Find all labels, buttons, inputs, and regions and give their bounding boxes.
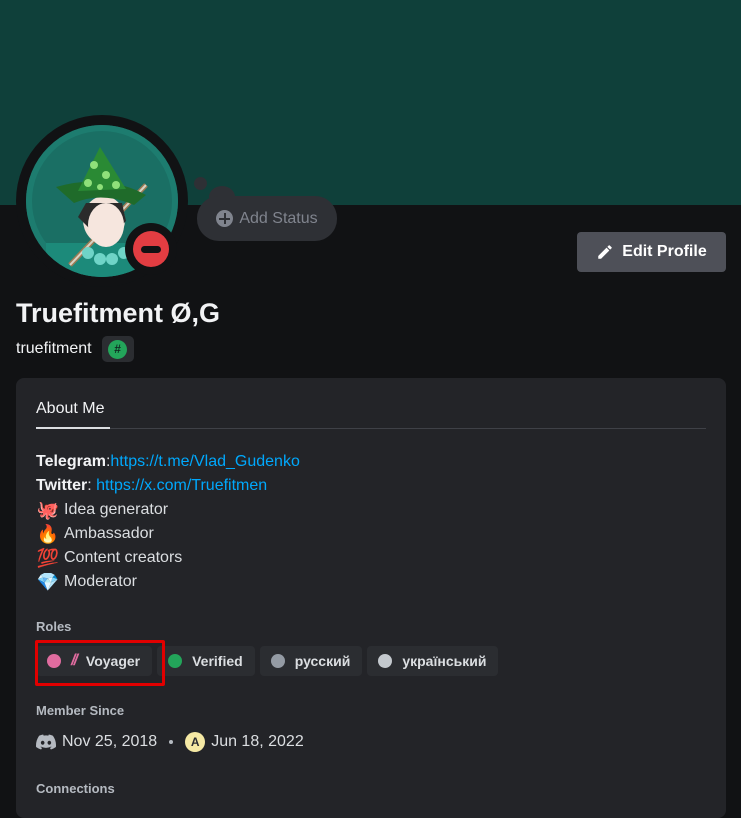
member-since-row: Nov 25, 2018 A Jun 18, 2022 <box>36 732 304 752</box>
hashtag-icon: # <box>108 339 128 359</box>
role-ukrainian[interactable]: український <box>367 646 499 676</box>
bio-line-text: Ambassador <box>64 525 154 542</box>
bio-line: 💎 Moderator <box>36 570 300 594</box>
server-icon: A <box>185 732 206 752</box>
member-since-title: Member Since <box>36 703 125 718</box>
display-name: Truefitment Ø,G <box>16 298 221 328</box>
bio-line-text: Moderator <box>64 573 137 590</box>
tab-about-me[interactable]: About Me <box>36 400 104 418</box>
separator-dot <box>169 740 174 744</box>
telegram-label: Telegram <box>36 453 106 470</box>
role-name: український <box>402 653 487 669</box>
role-color-dot <box>378 654 393 668</box>
twitter-label: Twitter <box>36 477 88 494</box>
do-not-disturb-status-icon <box>133 231 169 267</box>
roles-title: Roles <box>36 619 72 634</box>
role-verified[interactable]: Verified <box>157 646 255 676</box>
twitter-separator: : <box>87 477 97 494</box>
connections-title: Connections <box>36 781 115 796</box>
twitter-link[interactable]: https://x.com/Truefitmen <box>96 474 267 498</box>
add-status-button[interactable]: Add Status <box>197 196 337 241</box>
tab-divider <box>36 428 706 429</box>
discord-icon <box>36 734 56 750</box>
bio-telegram-line: Telegram: https://t.me/Vlad_Gudenko <box>36 450 300 474</box>
role-name: Verified <box>192 653 243 669</box>
bio-line: 💯 Content creators <box>36 546 300 570</box>
telegram-link[interactable]: https://t.me/Vlad_Gudenko <box>110 450 299 474</box>
add-status-label: Add Status <box>239 209 318 227</box>
edit-profile-button[interactable]: Edit Profile <box>577 232 726 272</box>
bio-line: 🐙 Idea generator <box>36 498 300 522</box>
gem-icon: 💎 <box>36 572 60 592</box>
bio-line: 🔥 Ambassador <box>36 522 300 546</box>
profile-card: About Me Telegram: https://t.me/Vlad_Gude… <box>16 378 726 818</box>
role-russian[interactable]: русский <box>259 646 363 676</box>
about-me-bio: Telegram: https://t.me/Vlad_Gudenko Twitt… <box>36 450 300 594</box>
server-tag-badge[interactable]: # <box>101 336 134 362</box>
username-row: truefitment # <box>16 336 134 362</box>
fire-icon: 🔥 <box>36 524 60 544</box>
server-member-date: Jun 18, 2022 <box>211 733 304 750</box>
octopus-icon: 🐙 <box>36 500 60 520</box>
voyager-role-highlight <box>35 640 165 686</box>
hundred-points-icon: 💯 <box>36 548 60 568</box>
tab-active-indicator <box>36 427 110 429</box>
bio-twitter-line: Twitter: https://x.com/Truefitmen <box>36 474 300 498</box>
pencil-icon <box>598 245 613 259</box>
plus-circle-icon <box>216 210 234 227</box>
status-bubble-dot <box>194 177 207 190</box>
bio-line-text: Content creators <box>64 549 183 566</box>
username[interactable]: truefitment <box>16 340 92 358</box>
bio-line-text: Idea generator <box>64 501 169 518</box>
edit-profile-label: Edit Profile <box>622 243 707 260</box>
role-name: русский <box>294 653 351 669</box>
role-color-dot <box>270 654 285 668</box>
role-color-dot <box>168 654 183 668</box>
discord-member-date: Nov 25, 2018 <box>62 733 158 750</box>
